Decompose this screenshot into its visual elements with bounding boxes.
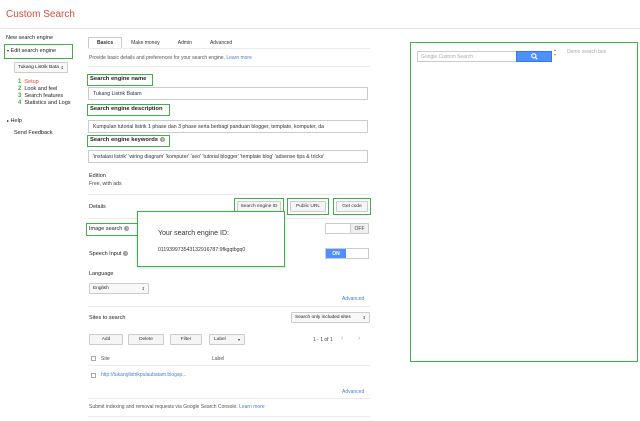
demo-search-box-label: Demo search box bbox=[567, 49, 607, 55]
updown-arrows-icon: ⇕ bbox=[60, 65, 64, 70]
app-title: Custom Search bbox=[6, 9, 75, 20]
language-value: English bbox=[93, 286, 109, 291]
image-search-label: Image search? bbox=[89, 226, 130, 232]
engine-keywords-input[interactable]: 'instalasi listrik' 'wiring diagram' 'ko… bbox=[88, 150, 368, 163]
send-feedback-link[interactable]: Send Feedback bbox=[14, 130, 53, 136]
expand-right-icon: ▸ bbox=[7, 118, 10, 123]
engine-name-input[interactable]: Tukang Listrik Batam bbox=[88, 87, 368, 100]
delete-site-button[interactable]: Delete bbox=[128, 334, 164, 345]
step-statistics-logs[interactable]: 4 Statistics and Logs bbox=[18, 100, 71, 106]
sites-advanced-link[interactable]: Advanced bbox=[342, 389, 364, 395]
divider bbox=[88, 194, 370, 195]
language-select[interactable]: English ⇕ bbox=[89, 283, 149, 294]
edition-label: Edition bbox=[89, 173, 106, 179]
prev-page-icon[interactable]: ‹ bbox=[341, 335, 343, 342]
table-row: http://tukanglistrikpulaubatam.blogsp... bbox=[88, 368, 370, 382]
next-page-icon[interactable]: › bbox=[358, 335, 360, 342]
edition-value: Free, with ads bbox=[89, 181, 122, 187]
filter-button[interactable]: Filter bbox=[170, 334, 202, 345]
step-num: 4 bbox=[18, 100, 22, 106]
search-engine-id-popup: Your search engine ID: 01193997354313291… bbox=[137, 211, 285, 267]
edit-search-engine-link[interactable]: ▾ Edit search engine bbox=[7, 48, 56, 54]
site-url-link[interactable]: http://tukanglistrikpulaubatam.blogsp... bbox=[101, 372, 186, 378]
pager-text: 1 - 1 of 1 bbox=[313, 337, 333, 343]
toggle-state: ON bbox=[326, 249, 346, 258]
intro-learn-more-link[interactable]: Learn more bbox=[226, 55, 252, 61]
updown-arrows-icon: ⇕ bbox=[362, 315, 366, 320]
image-search-toggle[interactable]: OFF bbox=[325, 223, 369, 234]
language-label: Language bbox=[89, 271, 114, 277]
desc-label: Search engine description bbox=[90, 106, 163, 112]
demo-panel: Google Custom Search ▴ ▾ Demo search box bbox=[410, 42, 638, 362]
help-icon[interactable]: ? bbox=[159, 137, 165, 142]
step-label: Setup bbox=[24, 79, 39, 85]
table-divider bbox=[88, 365, 370, 366]
footer-learn-more-link[interactable]: Learn more bbox=[239, 404, 265, 410]
public-url-button[interactable]: Public URL bbox=[290, 201, 326, 212]
header-divider bbox=[0, 28, 640, 29]
step-num: 1 bbox=[18, 79, 22, 85]
get-code-button[interactable]: Get code bbox=[336, 201, 368, 212]
divider bbox=[88, 398, 370, 399]
sites-filter-select[interactable]: Search only included sites ⇕ bbox=[291, 312, 370, 323]
divider bbox=[88, 416, 370, 417]
footer-text: Submit indexing and removal requests via… bbox=[89, 404, 265, 410]
demo-scroll-arrows-icon[interactable]: ▴ ▾ bbox=[554, 47, 556, 57]
steps-list: 1 Setup 2 Look and feel 3 Search features 4… bbox=[18, 79, 71, 106]
step-num: 3 bbox=[18, 93, 22, 99]
step-label: Search features bbox=[24, 93, 64, 99]
footer-description: Submit indexing and removal requests via… bbox=[89, 404, 238, 410]
edit-search-engine-label: Edit search engine bbox=[10, 48, 57, 54]
divider bbox=[88, 66, 370, 67]
keywords-label: Search engine keywords? bbox=[90, 137, 165, 143]
step-num: 2 bbox=[18, 86, 22, 92]
speech-input-toggle[interactable]: ON bbox=[325, 248, 369, 259]
step-label: Look and feel bbox=[24, 86, 58, 92]
speech-input-label: Speech Input? bbox=[89, 251, 129, 257]
search-icon bbox=[530, 53, 538, 60]
intro-text: Provide basic details and preferences fo… bbox=[89, 55, 252, 61]
demo-search-button[interactable] bbox=[516, 51, 552, 62]
engine-select-value: Tukang Listrik Bata bbox=[18, 65, 59, 70]
step-setup[interactable]: 1 Setup bbox=[18, 79, 71, 85]
help-link[interactable]: ▸ Help bbox=[7, 118, 22, 124]
step-label: Statistics and Logs bbox=[24, 100, 71, 106]
sites-label: Sites to search bbox=[89, 315, 126, 321]
popup-title: Your search engine ID: bbox=[158, 230, 229, 237]
step-look-and-feel[interactable]: 2 Look and feel bbox=[18, 86, 71, 92]
name-label: Search engine name bbox=[90, 76, 147, 82]
updown-arrows-icon: ⇕ bbox=[141, 286, 145, 291]
col-header-site: Site bbox=[101, 356, 110, 362]
step-search-features[interactable]: 3 Search features bbox=[18, 93, 71, 99]
help-icon[interactable]: ? bbox=[124, 226, 130, 232]
help-label: Help bbox=[10, 118, 22, 124]
intro-description: Provide basic details and preferences fo… bbox=[89, 55, 225, 61]
speech-input-text: Speech Input bbox=[89, 251, 122, 257]
engine-select[interactable]: Tukang Listrik Bata ⇕ bbox=[14, 62, 68, 73]
divider bbox=[88, 306, 370, 307]
label-dropdown-text: Label bbox=[214, 337, 226, 342]
toggle-track bbox=[326, 224, 350, 233]
engine-description-input[interactable]: Kumpulan tutorial listrik 1 phase dan 3 … bbox=[88, 120, 368, 133]
row-checkbox[interactable] bbox=[91, 373, 96, 378]
new-search-engine-link[interactable]: New search engine bbox=[6, 35, 53, 41]
tab-divider bbox=[88, 48, 370, 49]
toggle-track bbox=[346, 249, 368, 258]
details-label: Details bbox=[89, 204, 106, 210]
select-all-checkbox[interactable] bbox=[91, 356, 96, 361]
help-icon[interactable]: ? bbox=[123, 251, 129, 257]
col-header-label: Label bbox=[212, 356, 225, 362]
demo-search-input[interactable]: Google Custom Search bbox=[417, 51, 521, 62]
caret-down-icon: ▾ bbox=[237, 337, 240, 342]
toggle-state: OFF bbox=[350, 224, 368, 233]
label-dropdown-button[interactable]: Label ▾ bbox=[209, 334, 245, 345]
popup-engine-id[interactable]: 011939973543132916787:9fkgqtbgq0 bbox=[158, 247, 245, 253]
sites-filter-value: Search only included sites bbox=[295, 315, 351, 320]
advanced-link[interactable]: Advanced bbox=[342, 296, 364, 302]
image-search-text: Image search bbox=[89, 226, 123, 232]
expand-down-icon: ▾ bbox=[7, 48, 10, 53]
add-site-button[interactable]: Add bbox=[89, 334, 123, 345]
keywords-label-text: Search engine keywords bbox=[90, 137, 158, 144]
